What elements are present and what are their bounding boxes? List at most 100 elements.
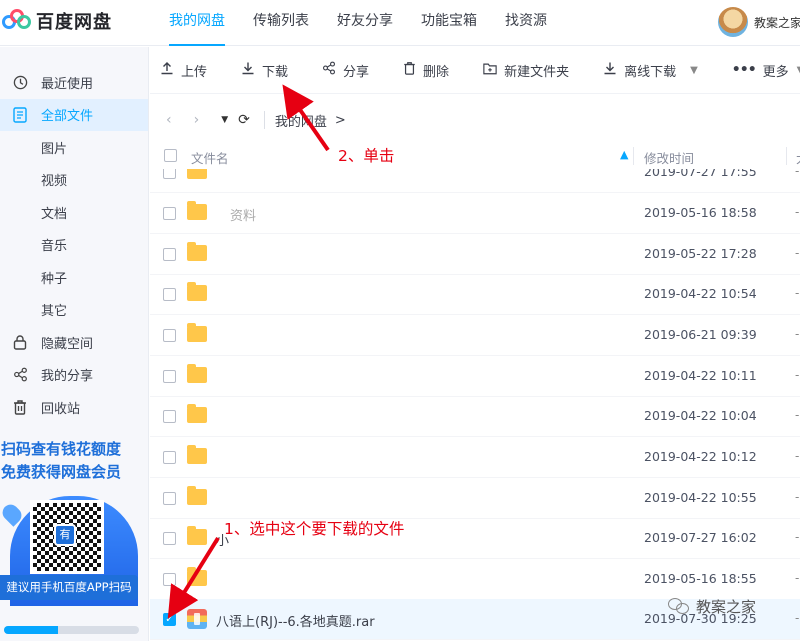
- file-size: -: [795, 571, 800, 585]
- file-size: -: [795, 408, 800, 422]
- lock-icon: [12, 334, 28, 350]
- promo-banner[interactable]: 扫码查有钱花额度 免费获得网盘会员 有: [0, 438, 149, 606]
- folder-icon: [187, 364, 207, 383]
- row-checkbox[interactable]: [163, 207, 176, 220]
- avatar[interactable]: [718, 7, 748, 37]
- table-row[interactable]: 2019-05-16 18:55 -: [150, 559, 800, 600]
- file-size: -: [795, 449, 800, 463]
- share-icon: [322, 61, 336, 79]
- file-size: -: [795, 205, 800, 219]
- file-size: -: [795, 286, 800, 300]
- table-row[interactable]: 2019-04-22 10:11 -: [150, 356, 800, 397]
- row-checkbox-checked[interactable]: ✓: [163, 613, 176, 626]
- tab-find-resources[interactable]: 找资源: [491, 0, 561, 46]
- upload-icon: [160, 61, 174, 79]
- storage-progress-fill: [4, 626, 58, 634]
- file-time: 2019-04-22 10:11: [644, 368, 757, 383]
- baidu-netdisk-logo-icon: [2, 9, 32, 33]
- column-divider: [786, 147, 787, 165]
- sidebar-item-all-files[interactable]: 全部文件: [0, 98, 148, 131]
- file-size: -: [795, 368, 800, 382]
- tab-transfer-list[interactable]: 传输列表: [239, 0, 323, 46]
- sidebar-item-my-shares[interactable]: 我的分享: [0, 359, 148, 392]
- table-row[interactable]: 2019-04-22 10:55 -: [150, 478, 800, 519]
- sidebar-item-label: 最近使用: [41, 76, 94, 92]
- more-button[interactable]: ••• 更多 ▼: [732, 61, 800, 80]
- folder-icon: [187, 526, 207, 545]
- row-checkbox[interactable]: [163, 169, 176, 179]
- file-time: 2019-07-27 17:55: [644, 169, 757, 179]
- user-menu[interactable]: 教案之家: [718, 7, 800, 37]
- share-button[interactable]: 分享: [322, 61, 369, 80]
- table-row[interactable]: 2019-05-22 17:28 -: [150, 234, 800, 275]
- folder-icon: [187, 486, 207, 505]
- row-checkbox[interactable]: [163, 410, 176, 423]
- sidebar-item-documents[interactable]: 文档: [0, 196, 148, 229]
- divider: [263, 111, 265, 129]
- new-folder-icon: [483, 62, 497, 79]
- row-checkbox[interactable]: [163, 329, 176, 342]
- row-checkbox[interactable]: [163, 370, 176, 383]
- sidebar-item-recycle-bin[interactable]: 回收站: [0, 391, 148, 424]
- file-time: 2019-05-22 17:28: [644, 246, 757, 261]
- sidebar-item-other[interactable]: 其它: [0, 294, 148, 327]
- annotation-step-1: 1、选中这个要下载的文件: [224, 520, 405, 538]
- file-time: 2019-06-21 09:39: [644, 327, 757, 342]
- forward-arrow-icon[interactable]: ›: [194, 112, 200, 128]
- clock-icon: [12, 74, 28, 90]
- tab-toolbox[interactable]: 功能宝箱: [407, 0, 491, 46]
- file-time: 2019-04-22 10:54: [644, 286, 757, 301]
- breadcrumb-separator: >: [334, 112, 346, 128]
- sidebar-item-recent[interactable]: 最近使用: [0, 66, 148, 99]
- select-all-checkbox[interactable]: [164, 149, 177, 162]
- column-filename[interactable]: 文件名: [191, 148, 229, 167]
- table-row[interactable]: 2019-06-21 09:39 -: [150, 315, 800, 356]
- wechat-icon: [668, 597, 692, 616]
- row-checkbox[interactable]: [163, 451, 176, 464]
- file-name[interactable]: 八语上(RJ)--6.各地真题.rar: [216, 611, 375, 630]
- row-checkbox[interactable]: [163, 532, 176, 545]
- sort-arrow-up-icon[interactable]: ▲: [620, 148, 628, 161]
- more-label: 更多: [762, 64, 789, 80]
- chevron-down-icon[interactable]: ▼: [690, 65, 698, 76]
- row-checkbox[interactable]: [163, 492, 176, 505]
- tab-friend-share[interactable]: 好友分享: [323, 0, 407, 46]
- table-row[interactable]: 2019-04-22 10:54 -: [150, 274, 800, 315]
- history-dropdown-icon[interactable]: ▼: [221, 115, 228, 125]
- back-arrow-icon[interactable]: ‹: [166, 112, 172, 128]
- row-checkbox[interactable]: [163, 248, 176, 261]
- table-row[interactable]: 2019-07-27 17:55 -: [150, 169, 800, 193]
- sidebar-item-label: 回收站: [41, 401, 81, 417]
- table-row[interactable]: 资料 2019-05-16 18:58 -: [150, 193, 800, 234]
- row-checkbox[interactable]: [163, 573, 176, 586]
- sidebar-item-music[interactable]: 音乐: [0, 229, 148, 262]
- logo-text: 百度网盘: [36, 12, 112, 33]
- app-logo[interactable]: 百度网盘: [2, 8, 112, 34]
- new-folder-button[interactable]: 新建文件夹: [483, 61, 569, 80]
- folder-icon: [187, 445, 207, 464]
- column-size[interactable]: 大: [796, 148, 800, 167]
- breadcrumb-root[interactable]: 我的网盘: [275, 111, 327, 130]
- offline-download-label: 离线下载: [624, 64, 677, 80]
- promo-line-2: 免费获得网盘会员: [1, 463, 122, 481]
- column-divider: [633, 147, 634, 165]
- table-row[interactable]: 2019-04-22 10:12 -: [150, 437, 800, 478]
- file-name[interactable]: 资料: [230, 205, 256, 224]
- sidebar-item-hidden-space[interactable]: 隐藏空间: [0, 326, 148, 359]
- offline-download-button[interactable]: 离线下载 ▼: [603, 61, 698, 80]
- refresh-icon[interactable]: ⟳: [238, 112, 250, 128]
- sidebar-item-videos[interactable]: 视频: [0, 164, 148, 197]
- sidebar-item-torrents[interactable]: 种子: [0, 261, 148, 294]
- row-checkbox[interactable]: [163, 288, 176, 301]
- upload-button[interactable]: 上传: [160, 61, 207, 80]
- rar-archive-icon: [187, 609, 207, 629]
- delete-button[interactable]: 删除: [403, 61, 449, 80]
- table-row[interactable]: 2019-04-22 10:04 -: [150, 396, 800, 437]
- column-modified-time[interactable]: 修改时间: [644, 148, 694, 167]
- sidebar-item-images[interactable]: 图片: [0, 131, 148, 164]
- tab-my-netdisk[interactable]: 我的网盘: [155, 0, 239, 46]
- promo-scan-button[interactable]: 建议用手机百度APP扫码: [0, 575, 138, 600]
- watermark-text: 教案之家: [696, 598, 757, 616]
- trash-icon: [12, 399, 28, 415]
- download-button[interactable]: 下载: [241, 61, 288, 80]
